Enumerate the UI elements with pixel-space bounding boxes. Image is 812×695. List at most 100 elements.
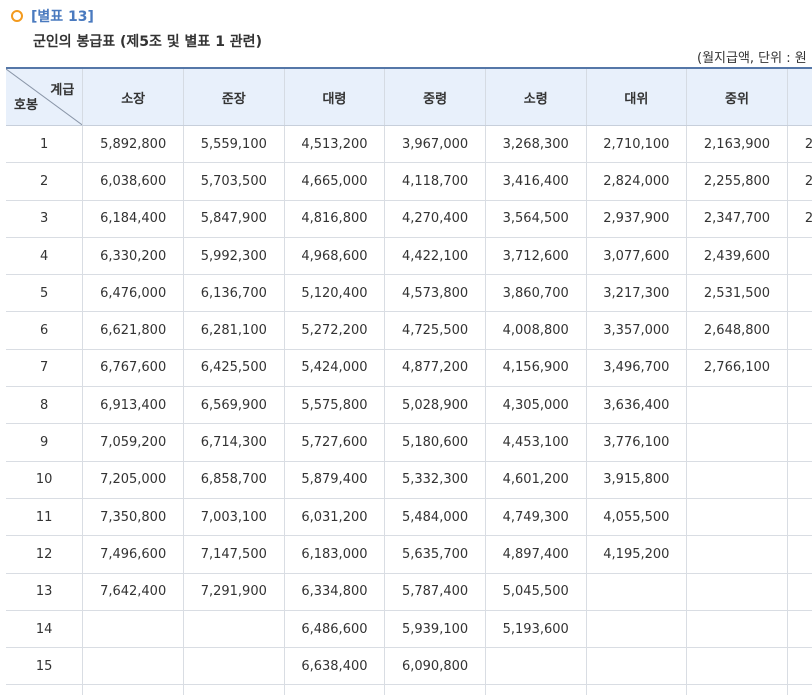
salary-cell bbox=[686, 573, 788, 611]
salary-cell: 4,008,800 bbox=[484, 311, 587, 350]
salary-cell bbox=[786, 684, 812, 695]
title-row: [별표 13] bbox=[11, 6, 262, 26]
salary-cell: 6,183,000 bbox=[283, 535, 385, 574]
salary-cell bbox=[82, 684, 184, 695]
salary-cell bbox=[786, 647, 812, 686]
salary-cell: 3,967,000 bbox=[384, 125, 486, 164]
table-row: 7 6,767,600 6,425,500 5,424,000 4,877,200 4,1… bbox=[6, 349, 812, 388]
salary-cell: 2,648,800 bbox=[686, 311, 788, 350]
salary-cell bbox=[786, 573, 812, 611]
step-cell: 11 bbox=[6, 498, 83, 537]
step-cell: 12 bbox=[6, 535, 83, 574]
salary-cell: 4,749,300 bbox=[484, 498, 587, 537]
salary-cell bbox=[182, 610, 285, 649]
salary-cell: 5,879,400 bbox=[283, 461, 385, 499]
salary-cell bbox=[82, 647, 184, 686]
salary-cell: 2,531,500 bbox=[686, 274, 788, 313]
column-header: 소위 bbox=[786, 67, 812, 126]
salary-cell: 5,703,500 bbox=[182, 162, 285, 201]
salary-cell: 6,330,200 bbox=[82, 237, 184, 276]
salary-cell: 7,147,500 bbox=[182, 535, 285, 574]
salary-cell: 6,858,700 bbox=[182, 461, 285, 499]
salary-cell: 5,635,700 bbox=[384, 535, 486, 574]
salary-cell bbox=[686, 423, 788, 462]
salary-cell: 2,255,800 bbox=[686, 162, 788, 201]
step-cell: 8 bbox=[6, 386, 83, 425]
salary-cell: 7,003,100 bbox=[182, 498, 285, 537]
salary-cell: 7,642,400 bbox=[82, 573, 184, 611]
salary-cell: 5,484,000 bbox=[384, 498, 486, 537]
salary-cell bbox=[786, 535, 812, 574]
salary-cell: 6,621,800 bbox=[82, 311, 184, 350]
salary-cell: 2,824,000 bbox=[585, 162, 687, 201]
salary-table-container: 계급 호봉 소장준장대령중령소령대위중위소위 15,892,8005,559,1… bbox=[6, 67, 812, 695]
title-block: [별표 13] 군인의 봉급표 (제5조 및 별표 1 관련) bbox=[11, 6, 262, 51]
salary-cell: 3,860,700 bbox=[484, 274, 587, 313]
salary-cell: 6,767,600 bbox=[82, 349, 184, 388]
salary-cell bbox=[585, 647, 687, 686]
salary-cell: 7,291,900 bbox=[182, 573, 285, 611]
salary-cell: 7,205,000 bbox=[82, 461, 184, 499]
salary-cell: 6,090,800 bbox=[384, 647, 486, 686]
salary-cell: 2,937,900 bbox=[585, 200, 687, 238]
salary-cell bbox=[82, 610, 184, 649]
unit-note: (월지급액, 단위 : 원 bbox=[697, 51, 807, 66]
salary-cell: 2,766,100 bbox=[686, 349, 788, 388]
salary-cell: 2,347,700 bbox=[686, 200, 788, 238]
salary-cell: 7,350,800 bbox=[82, 498, 184, 537]
salary-cell: 6,425,500 bbox=[182, 349, 285, 388]
salary-cell: 4,725,500 bbox=[384, 311, 486, 350]
salary-cell: 3,712,600 bbox=[484, 237, 587, 276]
salary-cell: 6,476,000 bbox=[82, 274, 184, 313]
salary-cell bbox=[484, 684, 587, 695]
salary-cell: 2,439,600 bbox=[686, 237, 788, 276]
salary-cell: 2,710,100 bbox=[585, 125, 687, 164]
salary-cell bbox=[686, 386, 788, 425]
salary-cell: 4,513,200 bbox=[283, 125, 385, 164]
table-row: 4 6,330,200 5,992,300 4,968,600 4,422,100 3,7… bbox=[6, 237, 812, 276]
step-cell: 2 bbox=[6, 162, 83, 201]
salary-cell: 6,281,100 bbox=[182, 311, 285, 350]
salary-cell: 5,028,900 bbox=[384, 386, 486, 425]
salary-cell: 4,118,700 bbox=[384, 162, 486, 201]
salary-cell: 3,077,600 bbox=[585, 237, 687, 276]
salary-cell bbox=[786, 311, 812, 350]
column-header: 소령 bbox=[484, 67, 587, 126]
table-row: 14 6,486,600 5,939,100 5,193,600 bbox=[6, 610, 812, 649]
salary-cell: 4,305,000 bbox=[484, 386, 587, 425]
salary-cell: 4,156,900 bbox=[484, 349, 587, 388]
salary-cell: 2,163,900 bbox=[686, 125, 788, 164]
salary-cell: 6,184,400 bbox=[82, 200, 184, 238]
salary-cell: 6,038,600 bbox=[82, 162, 184, 201]
salary-cell bbox=[786, 461, 812, 499]
step-cell: 7 bbox=[6, 349, 83, 388]
salary-cell bbox=[585, 684, 687, 695]
table-row: 8 6,913,400 6,569,900 5,575,800 5,028,900 4,3… bbox=[6, 386, 812, 425]
salary-cell: 3,268,300 bbox=[484, 125, 587, 164]
salary-cell: 4,601,200 bbox=[484, 461, 587, 499]
salary-cell: 4,270,400 bbox=[384, 200, 486, 238]
column-header: 중령 bbox=[384, 67, 486, 126]
salary-cell bbox=[484, 647, 587, 686]
salary-cell: 5,045,500 bbox=[484, 573, 587, 611]
step-cell: 3 bbox=[6, 200, 83, 238]
salary-cell bbox=[686, 647, 788, 686]
salary-cell: 5,575,800 bbox=[283, 386, 385, 425]
step-cell: 13 bbox=[6, 573, 83, 611]
salary-cell: 5,120,400 bbox=[283, 274, 385, 313]
salary-cell: 6,031,200 bbox=[283, 498, 385, 537]
salary-cell bbox=[686, 498, 788, 537]
step-cell: 5 bbox=[6, 274, 83, 313]
salary-cell bbox=[686, 535, 788, 574]
salary-cell: 7,059,200 bbox=[82, 423, 184, 462]
salary-cell: 4,816,800 bbox=[283, 200, 385, 238]
salary-cell: 4,968,600 bbox=[283, 237, 385, 276]
salary-cell: 4,422,100 bbox=[384, 237, 486, 276]
salary-cell: 5,193,600 bbox=[484, 610, 587, 649]
salary-cell bbox=[585, 573, 687, 611]
salary-cell: 7,496,600 bbox=[82, 535, 184, 574]
salary-cell: 5,272,200 bbox=[283, 311, 385, 350]
salary-cell: 3,416,400 bbox=[484, 162, 587, 201]
corner-header: 계급 호봉 bbox=[6, 67, 83, 126]
salary-cell bbox=[686, 610, 788, 649]
